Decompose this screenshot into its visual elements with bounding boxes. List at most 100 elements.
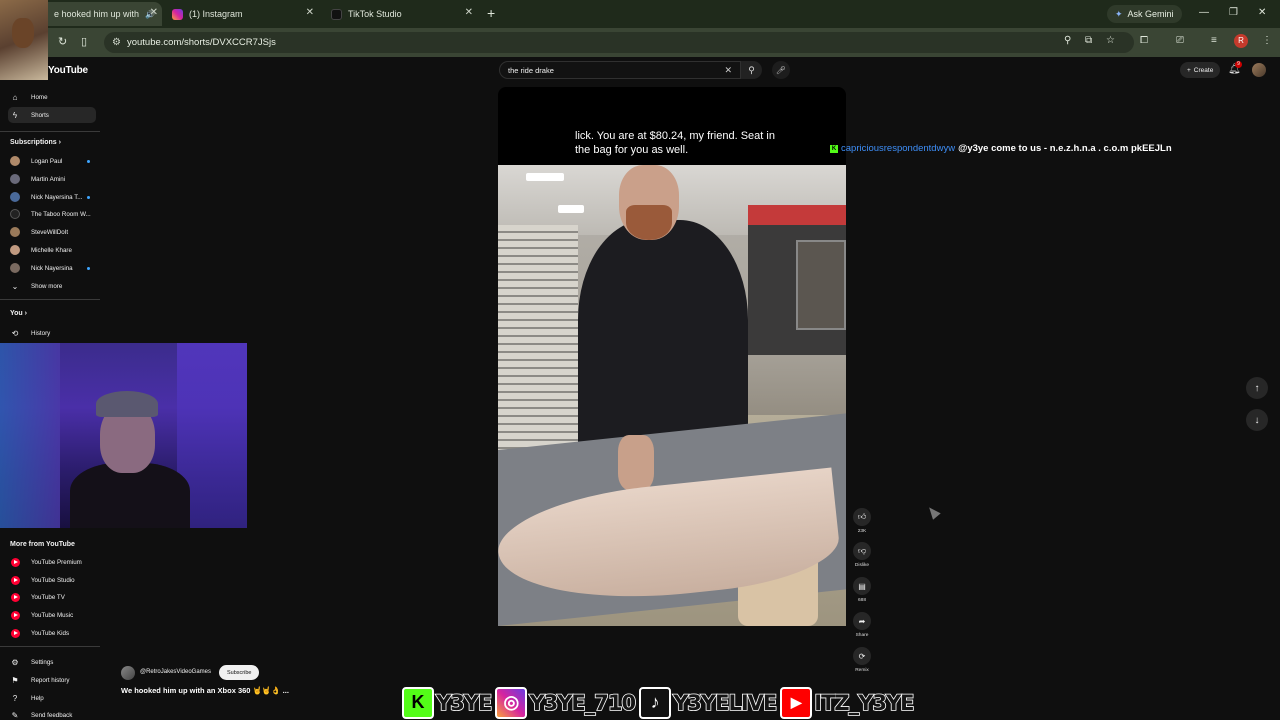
gemini-sparkle-icon: ✦ [1115, 8, 1123, 19]
subscriptions-header[interactable]: Subscriptions › [10, 139, 61, 146]
new-tab-button[interactable]: + [487, 5, 495, 21]
voice-search-button[interactable]: 🎤︎ [772, 61, 790, 79]
sidebar-item-label: The Taboo Room W... [31, 210, 91, 218]
like-button[interactable]: 👍︎ 23K [852, 508, 872, 534]
side-panel-icon[interactable]: ▯ [81, 35, 87, 48]
shorts-video-player[interactable]: lick. You are at $80.24, my friend. Seat… [498, 87, 846, 626]
browser-tab-strip: e hooked him up with 🔊 ✕ (1) Instagram ✕… [0, 0, 1280, 28]
sidebar-show-more[interactable]: ⌄ Show more [8, 278, 96, 294]
sidebar-youtube-studio[interactable]: YouTube Studio [8, 572, 96, 588]
install-app-icon[interactable]: ⧉ [1085, 35, 1092, 46]
close-tab-icon[interactable]: ✕ [150, 7, 158, 18]
youtube-handle: ITZ_Y3YE [813, 690, 915, 716]
chat-username: capriciousrespondentdwyw [841, 143, 956, 154]
sidebar-youtube-premium[interactable]: YouTube Premium [8, 554, 96, 570]
next-short-button[interactable]: ↓ [1246, 409, 1268, 431]
sidebar-item-label: Martin Amini [31, 175, 66, 183]
extensions-icon[interactable]: ⧠ [1140, 35, 1148, 46]
youtube-logo-icon: ▶ [780, 686, 813, 719]
sidebar-sub-nick-nayersina-t[interactable]: Nick Nayersina T... [8, 189, 96, 205]
zoom-icon[interactable]: ⚲ [1064, 35, 1071, 46]
clear-search-icon[interactable]: ✕ [724, 65, 732, 76]
ask-gemini-button[interactable]: ✦ Ask Gemini [1107, 5, 1182, 23]
sidebar-report-history[interactable]: ⚑ Report history [8, 672, 96, 688]
search-icon: ⚲ [748, 64, 755, 75]
search-button[interactable]: ⚲ [741, 61, 762, 79]
sidebar-youtube-tv[interactable]: YouTube TV [8, 589, 96, 605]
search-box[interactable]: the ride drake ✕ [499, 61, 741, 79]
youtube-premium-icon [11, 557, 20, 567]
create-button[interactable]: + Create [1180, 62, 1221, 78]
youtube-logo[interactable]: YouTube [48, 65, 88, 76]
sidebar-sub-michelle-khare[interactable]: Michelle Khare [8, 242, 96, 258]
menu-kebab-icon[interactable]: ⋮ [1262, 35, 1272, 46]
comment-count: 688 [857, 598, 866, 603]
bookmark-star-icon[interactable]: ☆ [1106, 35, 1115, 46]
sidebar-item-label: SteveWillDoIt [31, 228, 69, 236]
youtube-music-icon [11, 610, 20, 620]
cast-icon[interactable]: ⎚ [1176, 35, 1184, 46]
share-button[interactable]: ➦ Share [852, 612, 872, 638]
sidebar-youtube-music[interactable]: YouTube Music [8, 607, 96, 623]
channel-avatar [10, 245, 20, 255]
you-header[interactable]: You › [10, 310, 27, 317]
previous-short-button[interactable]: ↑ [1246, 377, 1268, 399]
sidebar-settings[interactable]: ⚙ Settings [8, 654, 96, 670]
sidebar-help[interactable]: ? Help [8, 690, 96, 706]
tab-youtube-short[interactable]: e hooked him up with 🔊 ✕ [40, 2, 162, 26]
arrow-up-icon: ↑ [1254, 382, 1260, 394]
thumbs-down-icon: 👎︎ [853, 542, 871, 560]
sidebar-sub-martin-amini[interactable]: Martin Amini [8, 171, 96, 187]
url-text: youtube.com/shorts/DVXCCR7JSjs [126, 37, 276, 48]
close-window-icon[interactable]: ✕ [1258, 7, 1266, 18]
remix-icon: ⟳ [853, 647, 871, 665]
short-title[interactable]: We hooked him up with an Xbox 360 🤘🤘👌 ..… [121, 686, 289, 695]
search-input[interactable]: the ride drake [508, 66, 724, 75]
remix-button[interactable]: ⟳ Remix [852, 647, 872, 673]
sidebar-item-label: YouTube Music [31, 611, 74, 619]
close-tab-icon[interactable]: ✕ [465, 7, 473, 18]
instagram-logo-icon: ◎ [495, 686, 528, 719]
sidebar-send-feedback[interactable]: ✎ Send feedback [8, 707, 96, 720]
sidebar-sub-logan-paul[interactable]: Logan Paul [8, 153, 96, 169]
sidebar-sub-taboo-room[interactable]: The Taboo Room W... [8, 206, 96, 222]
social-handles-banner: K Y3YE ◎ Y3YE_710 ♪ Y3YELIVE ▶ ITZ_Y3YE [402, 685, 918, 720]
sidebar-item-label: YouTube TV [31, 593, 65, 601]
minimize-icon[interactable]: — [1199, 7, 1209, 18]
chevron-down-icon: ⌄ [11, 281, 19, 291]
tab-tiktok-studio[interactable]: TikTok Studio ✕ [331, 2, 477, 26]
sidebar-sub-stevewilldoit[interactable]: SteveWillDoIt [8, 224, 96, 240]
streamer-webcam-overlay [0, 343, 247, 528]
tab-instagram[interactable]: (1) Instagram ✕ [172, 2, 318, 26]
tab-title: TikTok Studio [348, 9, 402, 19]
channel-avatar[interactable] [121, 666, 135, 680]
media-controls-icon[interactable]: ≡ [1211, 35, 1217, 46]
address-bar[interactable]: ⚙ youtube.com/shorts/DVXCCR7JSjs [104, 32, 1134, 53]
sidebar-sub-nick-nayersina[interactable]: Nick Nayersina [8, 260, 96, 276]
sidebar-item-home[interactable]: ⌂ Home [8, 89, 96, 105]
sidebar-youtube-kids[interactable]: YouTube Kids [8, 625, 96, 641]
sidebar-item-label: Logan Paul [31, 157, 63, 165]
reload-icon[interactable]: ↻ [58, 35, 67, 48]
help-icon: ? [12, 693, 18, 703]
comments-button[interactable]: ▤ 688 [852, 577, 872, 603]
ask-gemini-label: Ask Gemini [1127, 9, 1174, 19]
channel-name[interactable]: @RetroJakesVideoGames [140, 669, 211, 675]
account-avatar[interactable] [1252, 63, 1266, 77]
site-info-icon[interactable]: ⚙ [112, 37, 121, 48]
maximize-icon[interactable]: ❐ [1229, 7, 1238, 18]
sidebar-item-shorts[interactable]: ϟ Shorts [8, 107, 96, 123]
instagram-icon [172, 8, 183, 20]
channel-avatar [10, 156, 20, 166]
subscribe-button[interactable]: Subscribe [219, 665, 260, 680]
mic-icon: 🎤︎ [775, 65, 787, 75]
close-tab-icon[interactable]: ✕ [306, 7, 314, 18]
sidebar-item-history[interactable]: ⟲ History [8, 325, 96, 341]
video-frame [498, 165, 846, 626]
sidebar-item-label: Nick Nayersina [31, 264, 73, 272]
flag-icon: ⚑ [11, 675, 19, 685]
dislike-button[interactable]: 👎︎ Dislike [852, 542, 872, 568]
sidebar-item-label: History [31, 329, 51, 337]
browser-profile-avatar[interactable]: R [1234, 34, 1248, 48]
new-content-dot [87, 160, 90, 163]
